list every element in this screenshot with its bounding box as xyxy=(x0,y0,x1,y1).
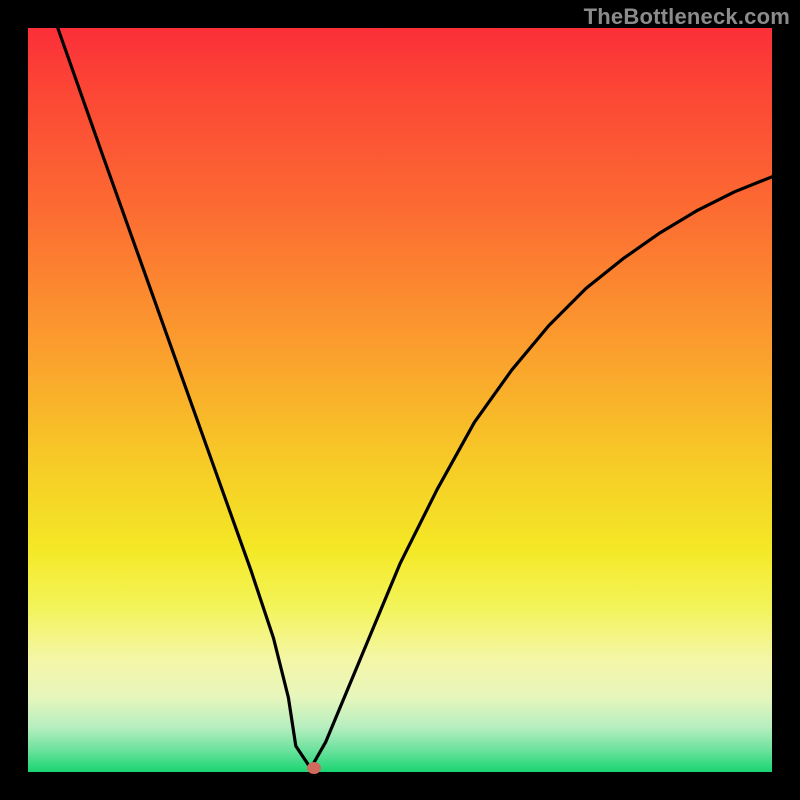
plot-area xyxy=(28,28,772,772)
curve-layer xyxy=(28,28,772,772)
minimum-marker xyxy=(307,762,321,774)
watermark-text: TheBottleneck.com xyxy=(584,4,790,30)
chart-frame: TheBottleneck.com xyxy=(0,0,800,800)
bottleneck-curve xyxy=(58,28,772,768)
